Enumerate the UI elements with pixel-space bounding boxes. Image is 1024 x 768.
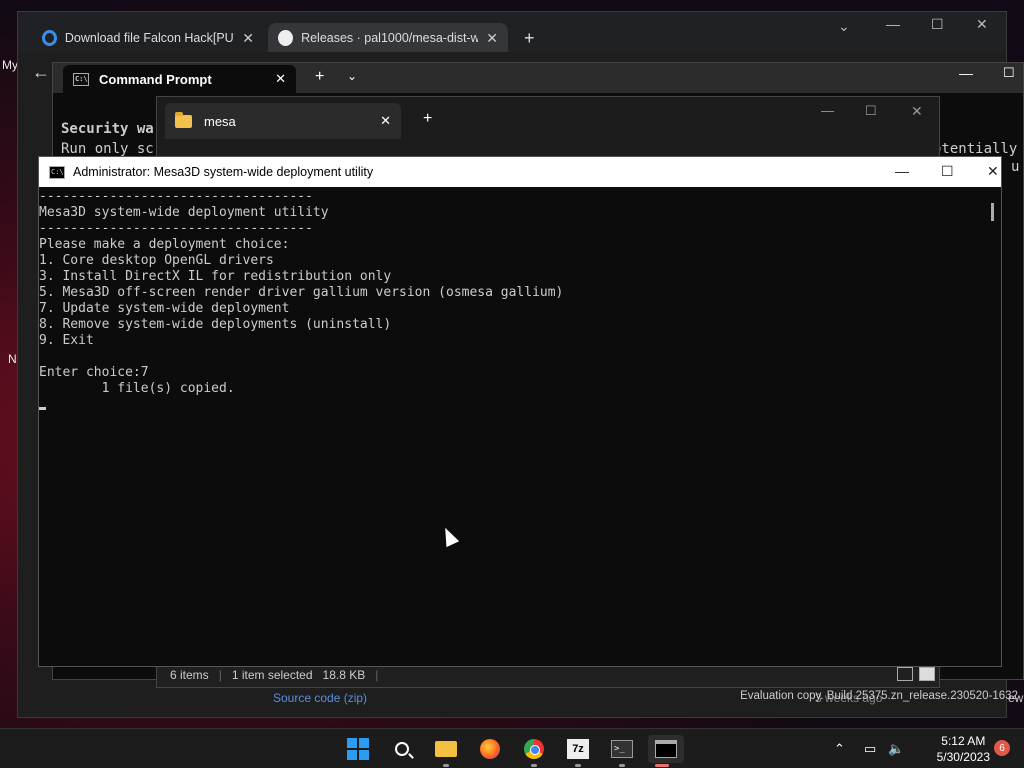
console-line: 9. Exit	[39, 333, 94, 348]
close-button[interactable]: ✕	[911, 103, 923, 120]
minimize-button[interactable]: —	[959, 65, 973, 81]
taskbar-chrome[interactable]	[520, 735, 548, 767]
folder-icon	[175, 111, 192, 128]
taskbar-file-explorer[interactable]	[432, 735, 460, 767]
taskbar: 7z >_ ⌃ ▭ 🔈 5:12 AM 5/30/2023 6	[0, 728, 1024, 768]
close-button[interactable]: ✕	[987, 163, 999, 180]
console-line: 1 file(s) copied.	[39, 381, 235, 396]
terminal-icon: >_	[611, 740, 633, 758]
browser-tab-label: Download file Falcon Hack[PUB]...	[64, 31, 234, 45]
evaluation-watermark: Evaluation copy. Build 25375.zn_release.…	[740, 690, 1018, 702]
tab-search-icon[interactable]: ⌄	[838, 18, 850, 35]
cmd-icon: C:\	[49, 165, 65, 179]
selection-size: 18.8 KB	[322, 668, 366, 682]
terminal-line: u	[1011, 159, 1020, 175]
maximize-button[interactable]: ☐	[931, 16, 944, 33]
show-hidden-icons[interactable]: ⌃	[834, 729, 845, 768]
maximize-button[interactable]: ☐	[941, 163, 954, 180]
terminal-line: Security wa	[61, 121, 154, 137]
window-title: Administrator: Mesa3D system-wide deploy…	[73, 165, 374, 179]
back-arrow-icon[interactable]: ←	[32, 62, 50, 83]
network-icon[interactable]: ▭	[864, 729, 876, 768]
close-tab-icon[interactable]: ✕	[380, 113, 391, 129]
windows-logo-icon	[347, 738, 369, 760]
console-cursor-line	[39, 397, 985, 413]
text-cursor	[39, 407, 46, 410]
cmd-icon: C:\	[73, 72, 89, 86]
terminal-tab-bar: C:\ Command Prompt ✕ + ⌄ — ☐	[53, 63, 1023, 93]
dropdown-chevron-icon[interactable]: ⌄	[347, 69, 357, 83]
cmd-icon	[655, 740, 677, 758]
console-line: 5. Mesa3D off-screen render driver galli…	[39, 285, 564, 300]
tiles-view-icon[interactable]	[919, 667, 935, 681]
terminal-tab-label: Command Prompt	[99, 71, 212, 87]
console-output[interactable]: ----------------------------------- Mesa…	[39, 187, 985, 666]
browser-tab-falcon[interactable]: Download file Falcon Hack[PUB]... ✕	[32, 23, 264, 53]
new-tab-icon[interactable]: +	[423, 110, 432, 128]
terminal-line: otentially	[933, 141, 1018, 157]
console-line: 7. Update system-wide deployment	[39, 301, 290, 316]
search-icon	[395, 742, 409, 756]
taskbar-firefox[interactable]	[476, 735, 504, 763]
system-clock[interactable]: 5:12 AM 5/30/2023	[937, 733, 990, 765]
explorer-tab[interactable]: mesa ✕	[165, 103, 401, 139]
scrollbar[interactable]	[985, 187, 1001, 666]
new-tab-button[interactable]: +	[514, 23, 545, 53]
7zip-icon: 7z	[567, 739, 589, 759]
browser-tab-releases[interactable]: Releases · pal1000/mesa-dist-win ✕	[268, 23, 508, 53]
source-zip-link[interactable]: Source code (zip)	[273, 691, 367, 705]
close-button[interactable]: ✕	[976, 16, 988, 33]
console-line: Mesa3D system-wide deployment utility	[39, 205, 329, 220]
minimize-button[interactable]: —	[821, 103, 834, 118]
terminal-line: Run only sc	[61, 141, 154, 157]
admin-console-titlebar[interactable]: C:\ Administrator: Mesa3D system-wide de…	[39, 157, 1001, 187]
minimize-button[interactable]: —	[895, 163, 909, 179]
admin-console-window: C:\ Administrator: Mesa3D system-wide de…	[38, 156, 1002, 667]
folder-icon	[435, 741, 457, 757]
item-count: 6 items	[170, 668, 209, 682]
site-icon	[42, 30, 57, 46]
console-line: -----------------------------------	[39, 189, 313, 204]
selection-count: 1 item selected	[231, 668, 313, 682]
console-line: 1. Core desktop OpenGL drivers	[39, 253, 274, 268]
new-tab-icon[interactable]: +	[315, 68, 324, 86]
explorer-tab-label: mesa	[204, 113, 236, 129]
start-button[interactable]	[344, 735, 372, 763]
console-line: 8. Remove system-wide deployments (unins…	[39, 317, 392, 332]
github-icon	[278, 30, 294, 46]
close-tab-icon[interactable]: ✕	[242, 30, 254, 47]
minimize-button[interactable]: —	[886, 16, 900, 32]
close-tab-icon[interactable]: ✕	[486, 30, 498, 47]
notification-badge[interactable]: 6	[994, 740, 1010, 756]
close-tab-icon[interactable]: ✕	[275, 71, 286, 87]
taskbar-command-prompt[interactable]	[648, 735, 684, 767]
volume-icon[interactable]: 🔈	[888, 729, 904, 768]
maximize-button[interactable]: ☐	[865, 103, 877, 119]
taskbar-7zip[interactable]: 7z	[564, 735, 592, 767]
maximize-button[interactable]: ☐	[1003, 65, 1015, 81]
clock-time: 5:12 AM	[941, 734, 986, 748]
console-line: 3. Install DirectX IL for redistribution…	[39, 269, 392, 284]
console-line: Enter choice:7	[39, 365, 149, 380]
console-line: -----------------------------------	[39, 221, 313, 236]
chrome-icon	[524, 739, 544, 759]
clock-date: 5/30/2023	[936, 750, 990, 764]
details-view-icon[interactable]	[897, 667, 913, 681]
scrollbar-thumb[interactable]	[991, 203, 994, 221]
desktop-label[interactable]: N	[8, 352, 17, 366]
terminal-tab[interactable]: C:\ Command Prompt ✕	[63, 65, 296, 93]
search-button[interactable]	[388, 735, 416, 763]
browser-tab-label: Releases · pal1000/mesa-dist-win	[301, 31, 479, 45]
console-line: Please make a deployment choice:	[39, 237, 290, 252]
firefox-icon	[480, 739, 500, 759]
taskbar-terminal[interactable]: >_	[608, 735, 636, 767]
desktop-label[interactable]: My	[2, 58, 18, 72]
